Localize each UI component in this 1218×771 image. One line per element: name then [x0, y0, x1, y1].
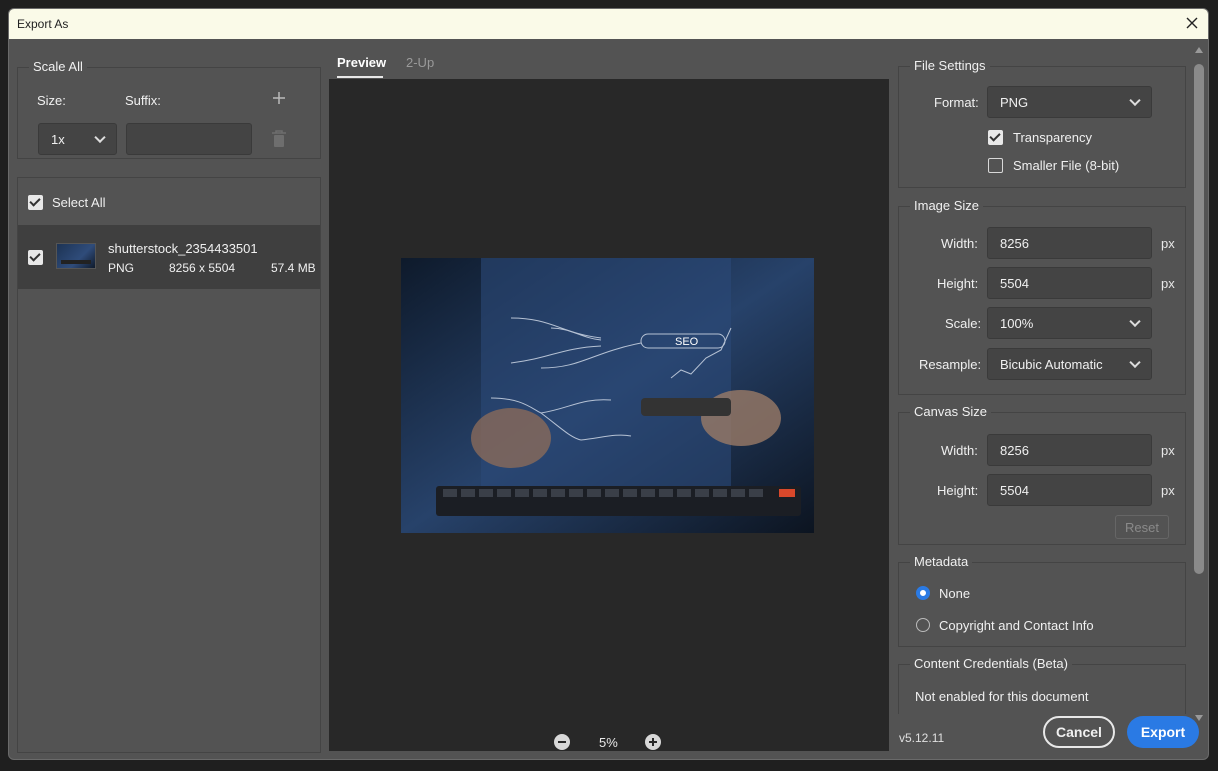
chevron-down-icon: [1129, 94, 1141, 107]
size-label: Size:: [37, 93, 66, 108]
dialog-title: Export As: [17, 17, 69, 31]
suffix-label: Suffix:: [125, 93, 161, 108]
chevron-down-icon: [1129, 315, 1141, 328]
file-checkbox[interactable]: [28, 250, 43, 265]
size-value: 1x: [51, 131, 65, 147]
image-width-input[interactable]: 8256: [987, 227, 1152, 259]
image-size-panel: Image Size Width: 8256 px Height: 5504 p…: [898, 198, 1186, 395]
reset-button[interactable]: Reset: [1115, 515, 1169, 539]
image-height-input[interactable]: 5504: [987, 267, 1152, 299]
file-format: PNG: [108, 261, 135, 275]
suffix-input[interactable]: [126, 123, 252, 155]
size-select[interactable]: 1x: [38, 123, 117, 155]
metadata-copyright-radio[interactable]: [916, 618, 930, 632]
select-all-label[interactable]: Select All: [52, 195, 105, 210]
file-list-item[interactable]: shutterstock_2354433501 PNG 8256 x 5504 …: [18, 225, 320, 289]
tab-2up[interactable]: 2-Up: [406, 55, 434, 70]
canvas-size-legend: Canvas Size: [910, 404, 991, 419]
format-select[interactable]: PNG: [987, 86, 1152, 118]
file-thumbnail: [56, 243, 96, 269]
title-bar: Export As: [9, 9, 1208, 39]
preview-tabs: Preview 2-Up: [329, 47, 889, 79]
tab-preview[interactable]: Preview: [337, 55, 386, 70]
scale-all-panel: Scale All Size: Suffix: 1x: [17, 59, 321, 159]
version-label: v5.12.11: [899, 731, 945, 745]
canvas-height-input[interactable]: 5504: [987, 474, 1152, 506]
file-name: shutterstock_2354433501: [108, 241, 258, 256]
image-width-value: 8256: [1000, 235, 1029, 251]
resample-label: Resample:: [919, 357, 982, 372]
file-list-panel: Select All shutterstock_2354433501 PNG 8…: [17, 177, 321, 753]
cancel-button[interactable]: Cancel: [1043, 716, 1115, 748]
scale-all-legend: Scale All: [29, 59, 87, 74]
export-as-dialog: Export As Scale All Size: Suffix: 1x Sel…: [8, 8, 1209, 760]
trash-icon[interactable]: [271, 130, 287, 148]
file-size: 57.4 MB: [271, 261, 316, 275]
scale-label: Scale:: [945, 316, 982, 331]
chevron-down-icon: [94, 131, 106, 144]
content-credentials-status: Not enabled for this document: [915, 689, 1089, 704]
zoom-level: 5%: [599, 735, 618, 750]
format-label: Format:: [934, 95, 979, 110]
select-all-checkbox[interactable]: [28, 195, 43, 210]
canvas-height-unit: px: [1161, 483, 1175, 498]
image-height-label: Height:: [937, 276, 979, 291]
tab-preview-underline: [337, 76, 383, 78]
export-button[interactable]: Export: [1127, 716, 1199, 748]
image-height-unit: px: [1161, 276, 1175, 291]
scrollbar-thumb[interactable]: [1194, 64, 1204, 574]
image-width-unit: px: [1161, 236, 1175, 251]
add-scale-icon[interactable]: [272, 91, 286, 105]
file-settings-panel: File Settings Format: PNG Transparency S…: [898, 58, 1186, 188]
metadata-panel: Metadata None Copyright and Contact Info: [898, 554, 1186, 647]
metadata-legend: Metadata: [910, 554, 973, 569]
metadata-copyright-label[interactable]: Copyright and Contact Info: [939, 618, 1094, 633]
format-value: PNG: [1000, 94, 1029, 110]
seo-text: SEO: [675, 336, 699, 348]
preview-area: SEO 5%: [329, 79, 889, 751]
content-credentials-panel: Content Credentials (Beta) Not enabled f…: [898, 656, 1186, 714]
image-size-legend: Image Size: [910, 198, 984, 213]
scale-value: 100%: [1000, 315, 1034, 331]
file-settings-legend: File Settings: [910, 58, 990, 73]
canvas-width-value: 8256: [1000, 442, 1029, 458]
scale-select[interactable]: 100%: [987, 307, 1152, 339]
zoom-out-icon[interactable]: [554, 734, 570, 750]
scroll-down-icon[interactable]: [1195, 715, 1203, 721]
canvas-width-unit: px: [1161, 443, 1175, 458]
close-icon[interactable]: [1184, 15, 1200, 31]
content-credentials-legend: Content Credentials (Beta): [910, 656, 1072, 671]
image-width-label: Width:: [941, 236, 978, 251]
smaller-file-checkbox[interactable]: [988, 158, 1003, 173]
metadata-none-label[interactable]: None: [939, 586, 970, 601]
file-dimensions: 8256 x 5504: [169, 261, 236, 275]
smaller-file-label[interactable]: Smaller File (8-bit): [1013, 158, 1119, 173]
resample-select[interactable]: Bicubic Automatic: [987, 348, 1152, 380]
canvas-width-input[interactable]: 8256: [987, 434, 1152, 466]
resample-value: Bicubic Automatic: [1000, 356, 1103, 372]
image-height-value: 5504: [1000, 275, 1029, 291]
canvas-height-value: 5504: [1000, 482, 1029, 498]
canvas-width-label: Width:: [941, 443, 978, 458]
zoom-in-icon[interactable]: [645, 734, 661, 750]
canvas-size-panel: Canvas Size Width: 8256 px Height: 5504 …: [898, 404, 1186, 545]
canvas-height-label: Height:: [937, 483, 979, 498]
transparency-checkbox[interactable]: [988, 130, 1003, 145]
scroll-up-icon[interactable]: [1195, 47, 1203, 53]
metadata-none-radio[interactable]: [916, 586, 930, 600]
transparency-label[interactable]: Transparency: [1013, 130, 1092, 145]
preview-image: SEO: [401, 258, 814, 533]
chevron-down-icon: [1129, 356, 1141, 369]
